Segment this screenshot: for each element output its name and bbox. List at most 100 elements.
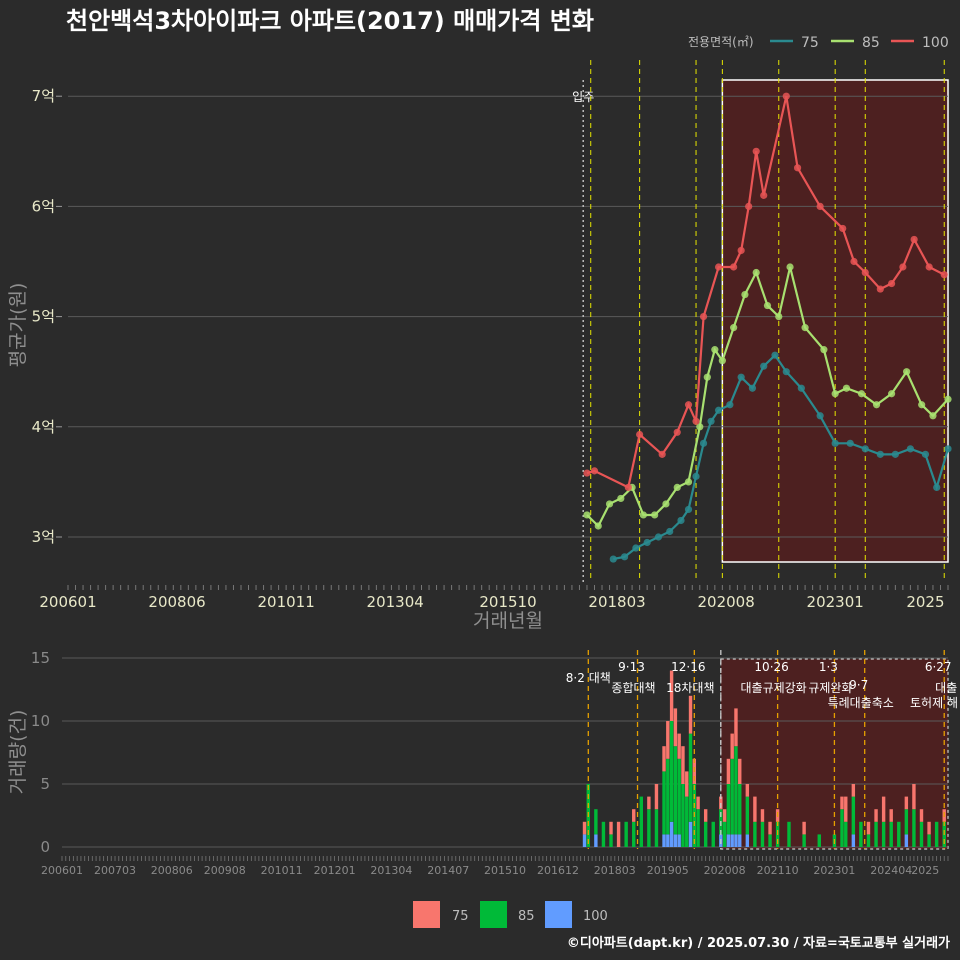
data-point-100 [684,401,693,409]
legend-label-75: 75 [801,35,819,51]
data-point-85 [944,395,952,403]
volume-bar-75 [927,821,931,835]
y-tick-label-volume: 10 [31,712,50,730]
volume-bar-75 [734,708,738,747]
volume-bar-85 [840,809,844,847]
volume-bar-100 [726,834,731,847]
data-point-75 [782,368,790,376]
x-tick-label-volume: 200601 [41,864,83,877]
data-point-100 [692,417,700,425]
volume-bar-85 [624,821,628,847]
policy-label: 대출규제강화 [740,681,806,695]
legend-bar-label-75: 75 [452,909,469,924]
data-point-85 [752,268,760,277]
volume-bar-85 [919,821,924,847]
data-point-85 [929,412,937,420]
data-point-100 [899,263,907,271]
data-point-75 [707,417,715,425]
volume-bar-85 [669,721,674,822]
volume-bar-75 [851,784,856,797]
data-point-75 [666,527,674,536]
x-tick-label-volume: 202110 [757,864,799,877]
x-tick-label: 200601 [39,593,96,611]
x-tick-label-volume: 201905 [647,864,689,877]
data-point-100 [861,268,869,277]
data-point-100 [850,257,858,266]
volume-bar-85 [662,771,666,835]
volume-bar-85 [594,809,598,835]
volume-bar-75 [726,758,731,784]
volume-bar-85 [703,821,708,847]
credit-text: ©디아파트(dapt.kr) / 2025.07.30 / 자료=국토교통부 실… [567,935,950,951]
volume-bar-85 [753,821,757,847]
volume-bar-85 [897,821,901,847]
x-tick-label: 2025 [906,593,944,611]
data-point-75 [921,450,930,458]
data-point-75 [933,483,941,492]
data-point-85 [583,511,591,519]
volume-bar-85 [688,733,693,822]
x-tick-label: 202008 [697,593,754,611]
policy-label: 18차대책 [666,680,714,695]
y-axis-label-volume: 거래량(건) [7,710,29,795]
volume-bar-85 [912,809,916,847]
volume-bar-75 [745,784,750,797]
volume-bar-75 [889,809,893,822]
volume-bar-100 [669,821,674,847]
data-point-85 [887,390,896,398]
y-tick-label: 4억 [32,418,55,436]
data-point-75 [891,450,899,458]
volume-bar-75 [874,809,878,822]
data-point-100 [673,428,681,436]
data-point-100 [658,450,666,458]
data-point-75 [632,544,640,552]
volume-bar-85 [745,796,750,835]
data-point-85 [842,384,851,392]
volume-bar-75 [669,670,674,721]
volume-bar-100 [582,834,587,847]
data-point-85 [857,390,866,398]
volume-bar-85 [760,821,765,847]
volume-bar-85 [738,784,742,835]
data-point-85 [662,500,670,508]
data-point-85 [820,346,828,354]
volume-bar-85 [844,821,848,847]
volume-bar-85 [802,834,806,847]
data-point-100 [730,263,738,271]
volume-bar-100 [662,834,666,847]
volume-bar-75 [768,821,772,835]
volume-bar-75 [912,784,916,810]
volume-bar-75 [802,821,806,835]
x-axis-label: 거래년월 [473,610,543,632]
volume-bar-85 [734,746,738,835]
volume-bar-100 [594,834,598,847]
volume-bar-100 [851,834,856,847]
y-tick-label-volume: 5 [40,775,50,793]
volume-bar-85 [696,809,700,847]
data-point-75 [620,553,629,561]
x-tick-label: 201304 [367,593,424,611]
x-tick-label-volume: 200908 [204,864,246,877]
volume-bar-75 [844,796,848,822]
x-tick-label-volume: 202404 [870,864,912,877]
legend-bar-swatch-100 [545,901,572,928]
data-point-85 [711,346,719,354]
data-point-100 [624,483,632,492]
data-point-100 [940,271,948,279]
data-point-75 [677,516,685,525]
x-tick-label-volume: 200703 [94,864,136,877]
data-point-100 [816,202,824,210]
volume-bar-100 [673,834,678,847]
volume-bar-85 [666,758,670,835]
volume-bar-85 [726,784,731,835]
volume-bar-85 [866,834,871,847]
data-point-85 [831,390,839,398]
x-tick-label: 201510 [479,593,536,611]
data-point-85 [741,290,749,299]
volume-bar-85 [851,796,856,835]
data-point-85 [703,373,711,381]
volume-bar-75 [840,796,844,810]
data-point-85 [775,313,783,321]
x-tick-label-volume: 201612 [537,864,579,877]
volume-bar-75 [647,796,651,810]
